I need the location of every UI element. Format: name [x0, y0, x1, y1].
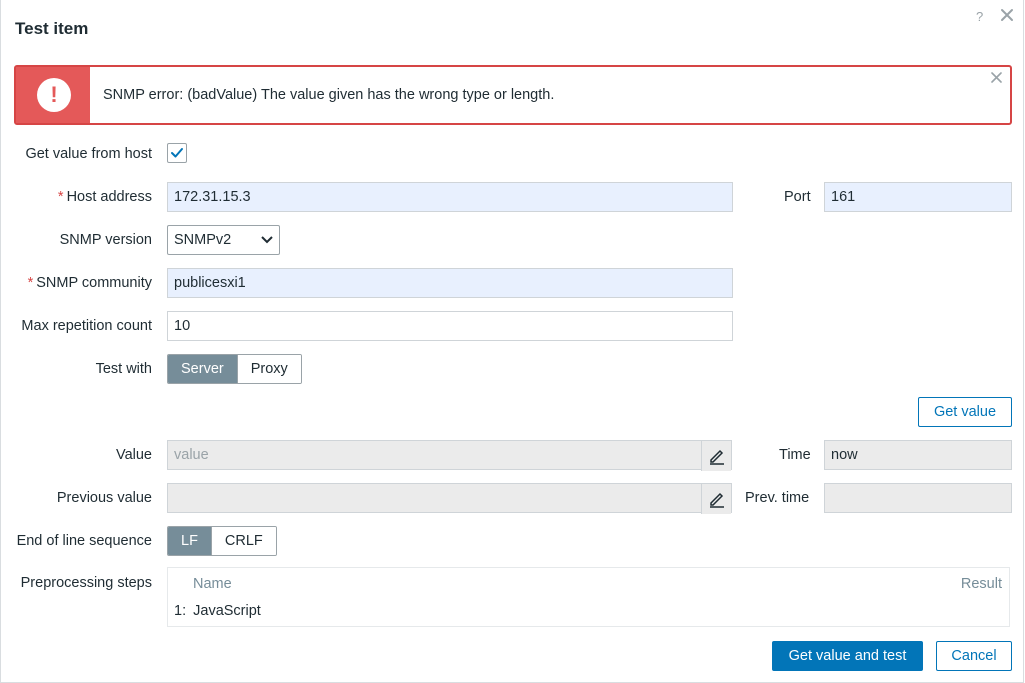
- previous-value-input[interactable]: [167, 483, 732, 514]
- test-with-server-option[interactable]: Server: [168, 355, 238, 383]
- step-name: JavaScript: [193, 603, 261, 619]
- value-edit-button[interactable]: [701, 441, 731, 471]
- required-marker: *: [27, 275, 34, 291]
- test-item-dialog: Test item ? ! SNMP error: (badValue) The…: [0, 0, 1024, 683]
- prev-time-label: Prev. time: [745, 490, 810, 506]
- table-row: 1: JavaScript: [174, 603, 261, 619]
- preprocessing-table: Name Result 1: JavaScript: [167, 567, 1010, 627]
- eol-crlf-option[interactable]: CRLF: [211, 527, 276, 555]
- eol-lf-option[interactable]: LF: [168, 527, 212, 555]
- max-repetition-input[interactable]: 10: [167, 311, 733, 341]
- pencil-icon: [710, 492, 724, 508]
- get-value-from-host-checkbox[interactable]: [167, 143, 187, 163]
- alert-icon-panel: !: [16, 67, 90, 123]
- value-input[interactable]: value: [167, 440, 732, 471]
- port-label: Port: [784, 189, 811, 205]
- snmp-version-label: SNMP version: [59, 232, 152, 248]
- column-header-result: Result: [960, 576, 1002, 592]
- eol-toggle: LF CRLF: [167, 526, 277, 556]
- value-placeholder: value: [174, 447, 209, 463]
- required-marker: *: [57, 189, 64, 205]
- dialog-title: Test item: [15, 19, 89, 38]
- get-value-from-host-label: Get value from host: [25, 146, 152, 162]
- get-value-button[interactable]: Get value: [918, 397, 1012, 427]
- time-label: Time: [779, 447, 811, 463]
- preprocessing-label: Preprocessing steps: [20, 575, 152, 591]
- checkmark-icon: [171, 148, 183, 158]
- chevron-down-icon: [261, 236, 273, 244]
- snmp-community-label: * SNMP community: [27, 275, 152, 291]
- eol-label: End of line sequence: [16, 533, 152, 549]
- help-icon[interactable]: ?: [976, 8, 983, 26]
- snmp-community-input[interactable]: publicesxi1: [167, 268, 733, 298]
- pencil-icon: [710, 449, 724, 465]
- previous-value-edit-button[interactable]: [701, 484, 731, 514]
- test-with-label: Test with: [95, 361, 152, 377]
- close-icon[interactable]: [1000, 8, 1016, 24]
- cancel-button[interactable]: Cancel: [936, 641, 1012, 671]
- port-input[interactable]: 161: [824, 182, 1012, 212]
- error-alert: ! SNMP error: (badValue) The value given…: [14, 65, 1012, 125]
- get-value-and-test-button[interactable]: Get value and test: [772, 641, 923, 671]
- test-with-toggle: Server Proxy: [167, 354, 302, 384]
- snmp-version-selected: SNMPv2: [174, 232, 232, 248]
- snmp-version-select[interactable]: SNMPv2: [167, 225, 280, 255]
- alert-close-icon[interactable]: [991, 71, 1002, 87]
- max-repetition-label: Max repetition count: [21, 318, 152, 334]
- value-label: Value: [115, 447, 152, 463]
- previous-value-label: Previous value: [56, 490, 152, 506]
- test-with-proxy-option[interactable]: Proxy: [237, 355, 301, 383]
- column-header-name: Name: [193, 576, 232, 592]
- host-address-input[interactable]: 172.31.15.3: [167, 182, 733, 212]
- prev-time-input[interactable]: [824, 483, 1012, 513]
- host-address-label: * Host address: [57, 189, 152, 205]
- exclamation-icon: !: [37, 78, 71, 112]
- step-index: 1:: [174, 603, 187, 619]
- time-input[interactable]: now: [824, 440, 1012, 470]
- alert-message: SNMP error: (badValue) The value given h…: [103, 87, 555, 103]
